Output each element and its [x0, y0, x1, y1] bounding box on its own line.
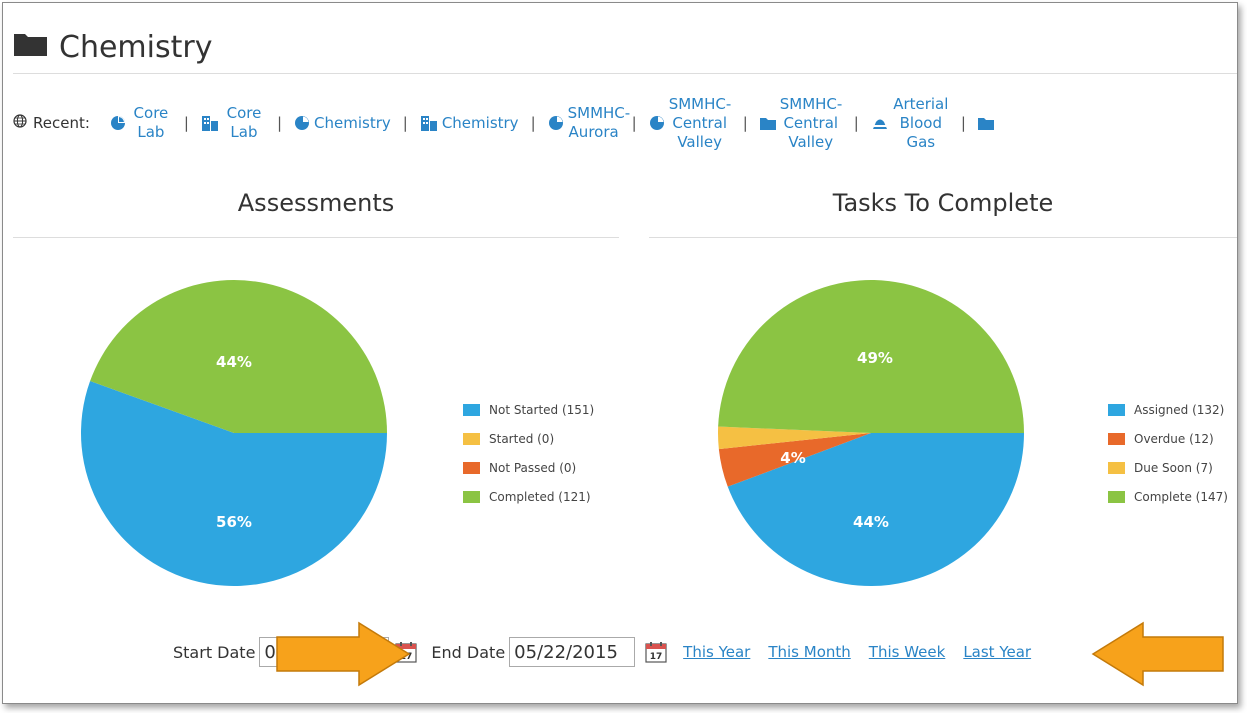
recent-item-folder-overflow[interactable] — [977, 117, 998, 130]
recent-bar: Recent: Core Lab | Core Lab | Chemistry | … — [13, 87, 998, 159]
this-month-link[interactable]: This Month — [768, 643, 850, 661]
recent-item-core-lab-dept[interactable]: Core Lab — [201, 104, 265, 142]
last-year-link[interactable]: Last Year — [963, 643, 1031, 661]
pie-chart-icon — [649, 115, 665, 131]
pie-label-overdue: 4% — [780, 449, 805, 467]
building-icon — [420, 115, 438, 131]
legend-item-complete[interactable]: Complete (147) — [1108, 482, 1228, 511]
legend-swatch — [463, 432, 480, 445]
globe-icon — [13, 114, 27, 132]
legend-item-overdue[interactable]: Overdue (12) — [1108, 424, 1228, 453]
recent-item-smmhc-central-valley-folder[interactable]: SMMHC- Central Valley — [759, 95, 842, 152]
legend-item-not-passed[interactable]: Not Passed (0) — [463, 453, 594, 482]
flask-icon — [871, 117, 889, 130]
recent-item-smmhc-aurora[interactable]: SMMHC- Aurora — [548, 104, 630, 142]
separator: | — [183, 114, 189, 132]
legend-swatch — [463, 490, 480, 503]
legend-swatch — [1108, 403, 1125, 416]
recent-item-core-lab-report[interactable]: Core Lab — [110, 104, 172, 142]
app-frame: Chemistry Recent: Core Lab | Core Lab | Ch… — [2, 2, 1238, 704]
pie-label-assigned: 44% — [853, 513, 889, 531]
legend-swatch — [1108, 432, 1125, 445]
tasks-pie-chart: 44% 4% 49% — [718, 280, 1024, 586]
pie-label-complete: 49% — [857, 349, 893, 367]
separator: | — [276, 114, 283, 132]
separator: | — [742, 114, 748, 132]
legend-item-assigned[interactable]: Assigned (132) — [1108, 395, 1228, 424]
recent-item-smmhc-central-valley-report[interactable]: SMMHC- Central Valley — [649, 95, 731, 152]
separator: | — [530, 114, 536, 132]
assessments-pie-chart: 56% 44% — [80, 280, 387, 586]
assessments-divider — [13, 237, 619, 238]
page-title: Chemistry — [13, 23, 212, 71]
page-title-text: Chemistry — [59, 29, 213, 65]
legend-item-completed[interactable]: Completed (121) — [463, 482, 594, 511]
separator: | — [960, 114, 966, 132]
annotation-arrow-right — [276, 621, 411, 687]
folder-icon — [13, 30, 49, 65]
legend-swatch — [463, 403, 480, 416]
legend-swatch — [1108, 490, 1125, 503]
recent-item-chemistry-dept[interactable]: Chemistry — [420, 114, 519, 133]
pie-chart-icon — [548, 115, 564, 131]
recent-item-arterial-blood-gas[interactable]: Arterial Blood Gas — [871, 95, 949, 152]
end-date-calendar-icon[interactable]: 17 — [645, 641, 667, 663]
legend-item-not-started[interactable]: Not Started (151) — [463, 395, 594, 424]
legend-swatch — [463, 461, 480, 474]
recent-item-chemistry-report[interactable]: Chemistry — [294, 114, 391, 133]
pie-label-not-started: 56% — [216, 513, 252, 531]
this-week-link[interactable]: This Week — [869, 643, 946, 661]
legend-item-due-soon[interactable]: Due Soon (7) — [1108, 453, 1228, 482]
building-icon — [201, 115, 219, 131]
this-year-link[interactable]: This Year — [683, 643, 750, 661]
separator: | — [853, 114, 859, 132]
separator: | — [402, 114, 408, 132]
calendar-day-text: 17 — [650, 652, 663, 662]
folder-icon — [977, 117, 994, 130]
assessments-title: Assessments — [237, 189, 395, 217]
assessments-legend: Not Started (151) Started (0) Not Passed… — [463, 395, 594, 511]
tasks-divider — [649, 237, 1237, 238]
start-date-label: Start Date — [173, 642, 256, 662]
pie-label-completed: 44% — [216, 353, 252, 371]
annotation-arrow-left — [1091, 621, 1224, 687]
title-divider — [13, 73, 1237, 74]
legend-item-started[interactable]: Started (0) — [463, 424, 594, 453]
folder-icon — [759, 117, 776, 130]
end-date-input[interactable] — [509, 637, 636, 667]
pie-chart-icon — [110, 115, 126, 131]
pie-chart-icon — [294, 115, 310, 131]
separator: | — [631, 114, 637, 132]
tasks-title: Tasks To Complete — [832, 189, 1054, 217]
legend-swatch — [1108, 461, 1125, 474]
tasks-legend: Assigned (132) Overdue (12) Due Soon (7)… — [1108, 395, 1228, 511]
recent-label: Recent: — [13, 114, 90, 132]
end-date-label: End Date — [431, 642, 506, 662]
